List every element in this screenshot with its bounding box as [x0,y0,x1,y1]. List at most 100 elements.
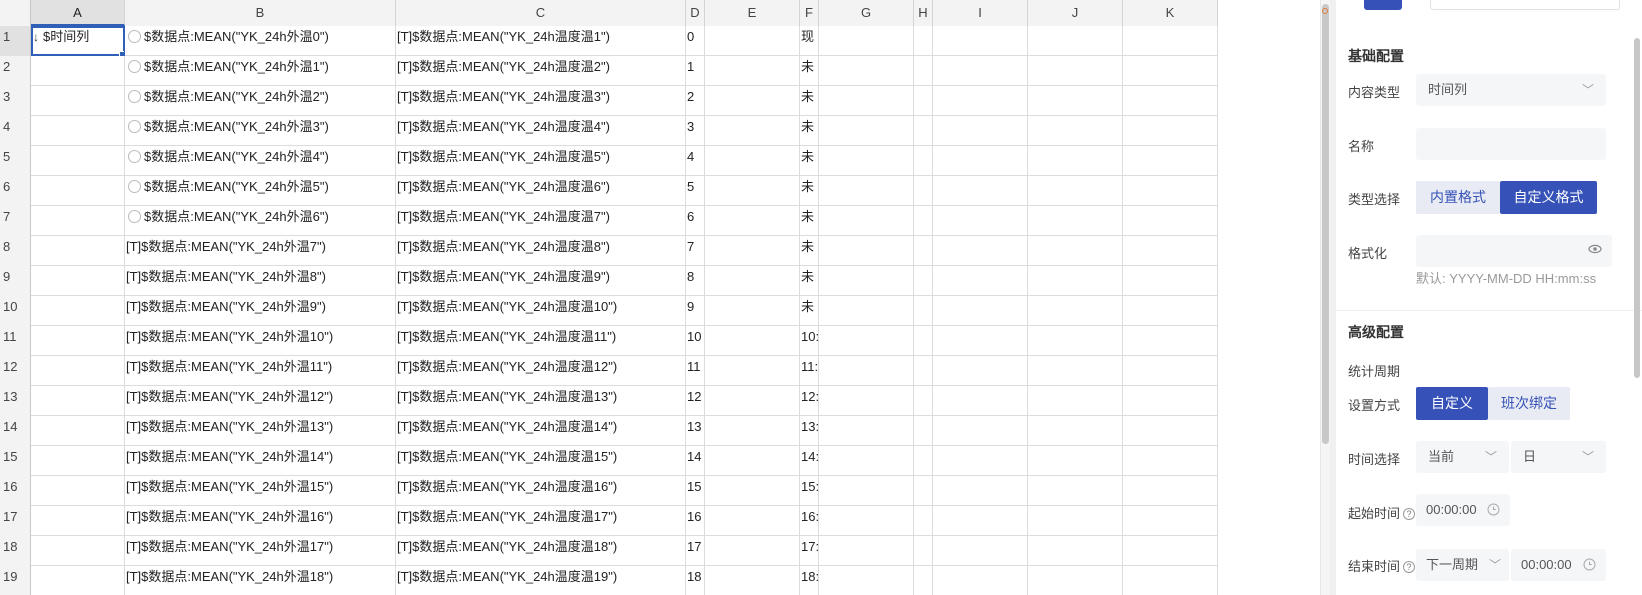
cell-e13[interactable] [705,386,800,416]
cell-g6[interactable] [819,176,914,206]
cell-d5[interactable]: 4 [686,146,705,176]
cell-h7[interactable] [914,206,933,236]
cell-f19[interactable]: 18:0 [800,566,819,595]
cell-b3[interactable]: $数据点:MEAN("YK_24h外温2") [125,86,396,116]
cell-d1[interactable]: 0 [686,26,705,56]
cell-h11[interactable] [914,326,933,356]
cell-k19[interactable] [1123,566,1218,595]
cell-f17[interactable]: 16:0 [800,506,819,536]
cell-b15[interactable]: [T]$数据点:MEAN("YK_24h外温14") [125,446,396,476]
cell-j10[interactable] [1028,296,1123,326]
cell-c11[interactable]: [T]$数据点:MEAN("YK_24h温度温11") [396,326,686,356]
cell-k2[interactable] [1123,56,1218,86]
cell-d17[interactable]: 16 [686,506,705,536]
radio-icon[interactable] [128,30,141,43]
select-all-corner[interactable] [0,0,31,26]
cell-i7[interactable] [933,206,1028,236]
cell-e6[interactable] [705,176,800,206]
cell-a18[interactable] [31,536,125,566]
cell-f1[interactable]: 现 [800,26,819,56]
cell-a2[interactable] [31,56,125,86]
column-header-g[interactable]: G [819,0,914,26]
cell-f13[interactable]: 12:0 [800,386,819,416]
cell-d10[interactable]: 9 [686,296,705,326]
cell-d4[interactable]: 3 [686,116,705,146]
row-header[interactable]: 10 [0,296,31,326]
help-circle-icon[interactable]: ? [1403,508,1416,520]
column-header-k[interactable]: K [1123,0,1218,26]
content-type-select[interactable]: 时间列 ﹀ [1416,74,1606,106]
cell-c1[interactable]: [T]$数据点:MEAN("YK_24h温度温1") [396,26,686,56]
cell-d15[interactable]: 14 [686,446,705,476]
cell-i10[interactable] [933,296,1028,326]
column-header-h[interactable]: H [914,0,933,26]
row-header[interactable]: 17 [0,506,31,536]
cell-g17[interactable] [819,506,914,536]
cell-b1[interactable]: $数据点:MEAN("YK_24h外温0") [125,26,396,56]
cell-f9[interactable]: 未 [800,266,819,296]
cell-f8[interactable]: 未 [800,236,819,266]
cell-h16[interactable] [914,476,933,506]
cell-a7[interactable] [31,206,125,236]
cell-a14[interactable] [31,416,125,446]
cell-a4[interactable] [31,116,125,146]
cell-e4[interactable] [705,116,800,146]
cell-k3[interactable] [1123,86,1218,116]
row-header[interactable]: 12 [0,356,31,386]
cell-j3[interactable] [1028,86,1123,116]
cell-a15[interactable] [31,446,125,476]
cell-j13[interactable] [1028,386,1123,416]
cell-g4[interactable] [819,116,914,146]
cell-d8[interactable]: 7 [686,236,705,266]
cell-h12[interactable] [914,356,933,386]
cell-a12[interactable] [31,356,125,386]
cell-a9[interactable] [31,266,125,296]
cell-i8[interactable] [933,236,1028,266]
cell-h1[interactable] [914,26,933,56]
cell-f15[interactable]: 14:0 [800,446,819,476]
builtin-format-button[interactable]: 内置格式 [1416,181,1500,214]
cell-c8[interactable]: [T]$数据点:MEAN("YK_24h温度温8") [396,236,686,266]
cell-i13[interactable] [933,386,1028,416]
time-unit-dropdown[interactable]: 日 ﹀ [1511,441,1606,473]
row-header[interactable]: 14 [0,416,31,446]
row-header[interactable]: 13 [0,386,31,416]
cell-e11[interactable] [705,326,800,356]
cell-g2[interactable] [819,56,914,86]
top-primary-button[interactable] [1364,0,1402,10]
cell-g8[interactable] [819,236,914,266]
row-header[interactable]: 16 [0,476,31,506]
cell-c19[interactable]: [T]$数据点:MEAN("YK_24h温度温19") [396,566,686,595]
cell-c15[interactable]: [T]$数据点:MEAN("YK_24h温度温15") [396,446,686,476]
custom-format-button[interactable]: 自定义格式 [1500,181,1597,214]
cell-i16[interactable] [933,476,1028,506]
cell-f5[interactable]: 未 [800,146,819,176]
cell-f16[interactable]: 15:0 [800,476,819,506]
spreadsheet[interactable]: ABCDEFGHIJK 1 ↓ $时间列 $数据点:MEAN("YK_24h外温0")… [0,0,1330,595]
cell-b2[interactable]: $数据点:MEAN("YK_24h外温1") [125,56,396,86]
cell-j19[interactable] [1028,566,1123,595]
cell-k6[interactable] [1123,176,1218,206]
start-time-input[interactable]: 00:00:00 [1416,494,1510,526]
cell-g15[interactable] [819,446,914,476]
cell-e19[interactable] [705,566,800,595]
row-header[interactable]: 3 [0,86,31,116]
cell-i19[interactable] [933,566,1028,595]
cell-c14[interactable]: [T]$数据点:MEAN("YK_24h温度温14") [396,416,686,446]
name-input[interactable] [1416,128,1606,160]
cell-d11[interactable]: 10 [686,326,705,356]
cell-g9[interactable] [819,266,914,296]
cell-g18[interactable] [819,536,914,566]
radio-icon[interactable] [128,180,141,193]
cell-e2[interactable] [705,56,800,86]
cell-i2[interactable] [933,56,1028,86]
cell-b17[interactable]: [T]$数据点:MEAN("YK_24h外温16") [125,506,396,536]
top-input[interactable] [1430,0,1620,10]
cell-e18[interactable] [705,536,800,566]
cell-k5[interactable] [1123,146,1218,176]
column-header-d[interactable]: D [686,0,705,26]
cell-g1[interactable] [819,26,914,56]
cell-j14[interactable] [1028,416,1123,446]
cell-k11[interactable] [1123,326,1218,356]
cell-e7[interactable] [705,206,800,236]
